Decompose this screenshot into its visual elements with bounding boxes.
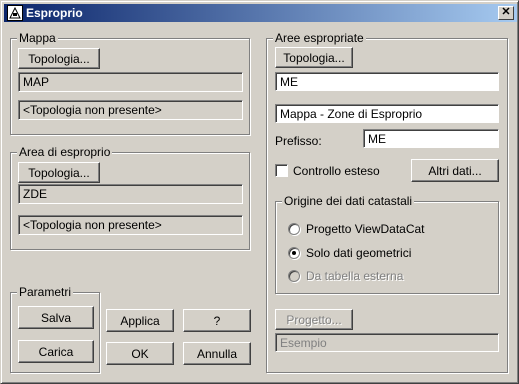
applica-button[interactable]: Applica [106, 309, 174, 332]
progetto-button: Progetto... [275, 309, 353, 330]
ok-button[interactable]: OK [106, 342, 174, 365]
area-esproprio-topologia-button[interactable]: Topologia... [18, 162, 100, 183]
aree-espropriate-group: Aree espropriate Topologia... ME Mappa -… [266, 31, 508, 373]
mappa-topologia-button[interactable]: Topologia... [18, 48, 100, 69]
help-button[interactable]: ? [183, 309, 251, 332]
esempio-field: Esempio [275, 333, 499, 352]
aree-description-input[interactable]: Mappa - Zone di Esproprio [275, 104, 499, 123]
title-bar[interactable]: Esproprio ✕ [4, 4, 517, 22]
window-title: Esproprio [26, 6, 83, 20]
mappa-topology-field: <Topologia non presente> [18, 100, 243, 120]
area-esproprio-topology-field: <Topologia non presente> [18, 215, 243, 235]
parametri-legend: Parametri [17, 285, 74, 299]
area-esproprio-name-field[interactable]: ZDE [18, 184, 243, 204]
origine-group: Origine dei dati catastali Progetto View… [275, 194, 499, 294]
salva-button[interactable]: Salva [18, 306, 94, 329]
altri-dati-button[interactable]: Altri dati... [411, 159, 499, 182]
controllo-esteso-label[interactable]: Controllo esteso [293, 164, 380, 178]
origine-legend: Origine dei dati catastali [282, 194, 415, 208]
aree-name-input[interactable]: ME [275, 72, 499, 91]
prefisso-label: Prefisso: [275, 134, 322, 148]
area-esproprio-group: Area di esproprio Topologia... ZDE <Topo… [10, 145, 250, 250]
dialog-window: Esproprio ✕ Mappa Topologia... MAP <Topo… [0, 0, 519, 384]
app-icon [7, 5, 23, 21]
aree-topologia-button[interactable]: Topologia... [275, 47, 353, 68]
carica-button[interactable]: Carica [18, 340, 94, 363]
radio-label-progetto-viewdatacat[interactable]: Progetto ViewDataCat [306, 222, 425, 236]
radio-solo-dati-geometrici[interactable] [288, 247, 300, 259]
radio-progetto-viewdatacat[interactable] [288, 223, 300, 235]
prefisso-input[interactable]: ME [363, 129, 499, 148]
parametri-group: Parametri Salva Carica [10, 285, 100, 373]
annulla-button[interactable]: Annulla [183, 342, 251, 365]
radio-label-da-tabella-esterna: Da tabella esterna [306, 269, 404, 283]
mappa-legend: Mappa [17, 31, 58, 45]
area-esproprio-legend: Area di esproprio [17, 145, 113, 159]
aree-espropriate-legend: Aree espropriate [273, 31, 366, 45]
mappa-name-field[interactable]: MAP [18, 72, 243, 92]
radio-label-solo-dati-geometrici[interactable]: Solo dati geometrici [306, 246, 411, 260]
controllo-esteso-checkbox[interactable] [275, 164, 288, 177]
mappa-group: Mappa Topologia... MAP <Topologia non pr… [10, 31, 250, 135]
radio-da-tabella-esterna [288, 270, 300, 282]
close-icon[interactable]: ✕ [498, 6, 514, 20]
